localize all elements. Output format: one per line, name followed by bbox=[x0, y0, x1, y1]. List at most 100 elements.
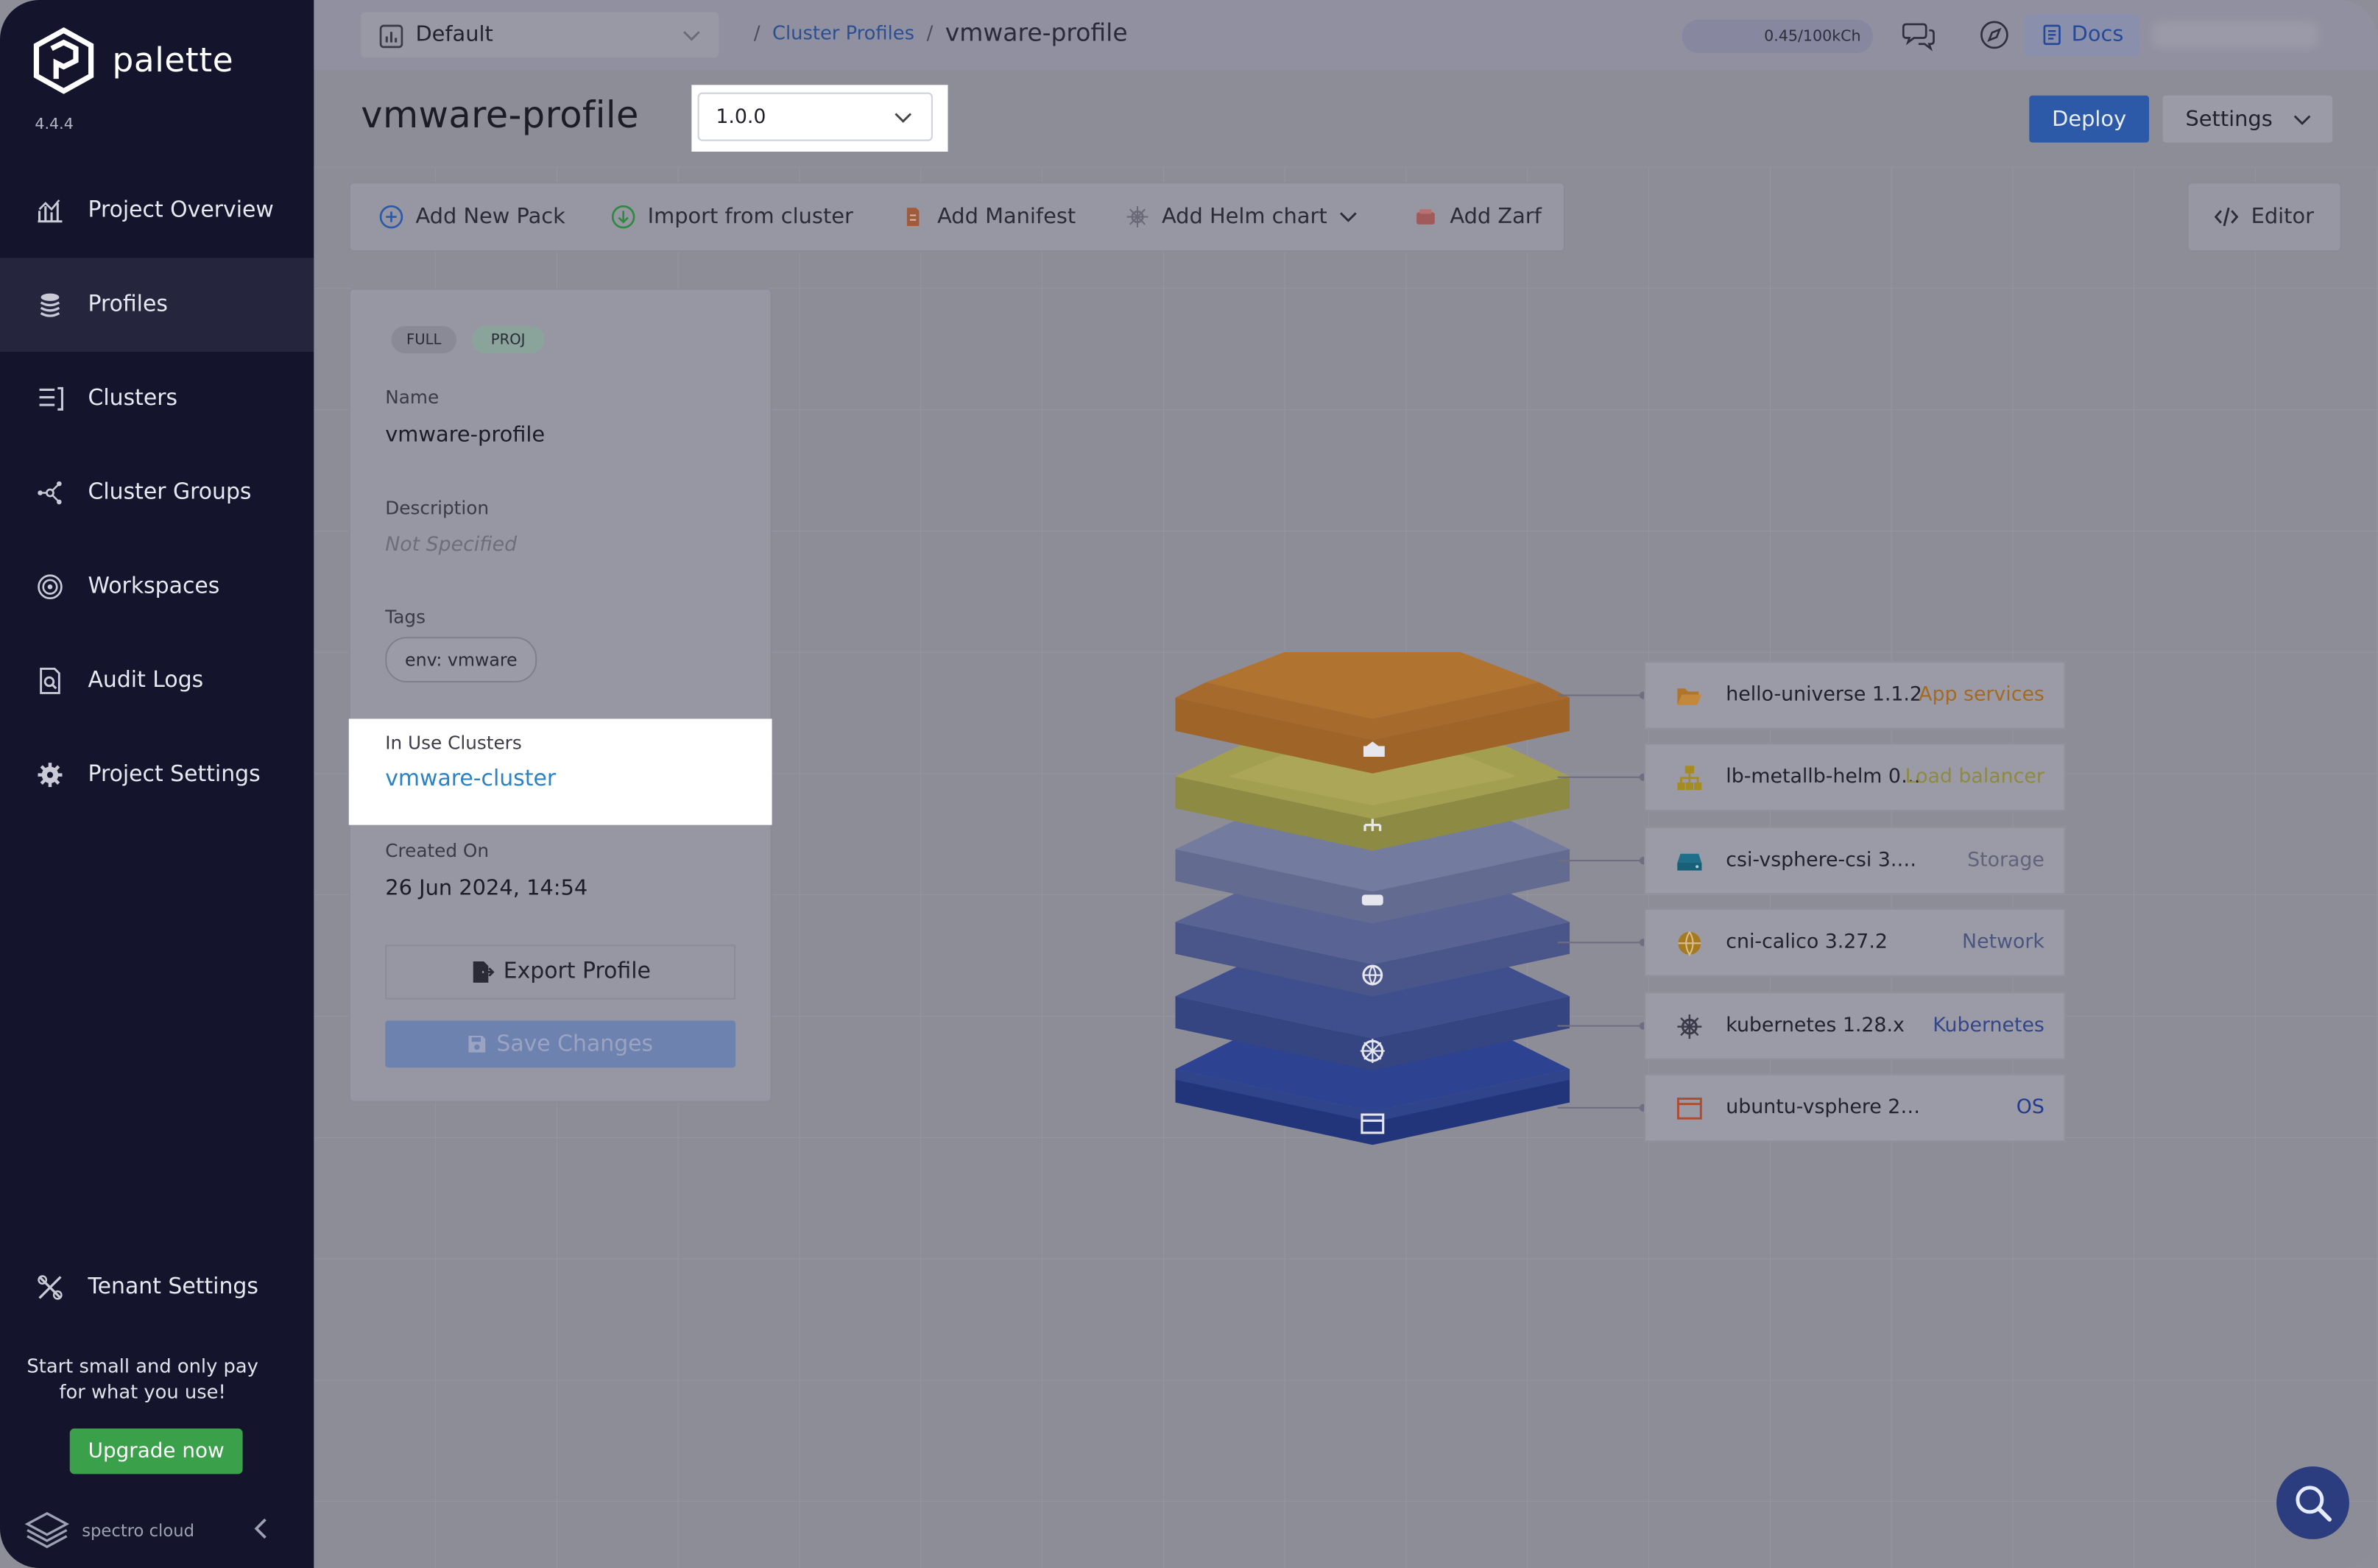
sidebar-item-label: Clusters bbox=[88, 386, 178, 412]
sidebar-item-profiles[interactable]: Profiles bbox=[0, 258, 314, 352]
add-helm-chart-button[interactable]: Add Helm chart bbox=[1126, 183, 1358, 250]
sidebar-item-workspaces[interactable]: Workspaces bbox=[0, 540, 314, 634]
add-new-pack-button[interactable]: Add New Pack bbox=[379, 183, 565, 250]
sidebar-item-label: Workspaces bbox=[88, 574, 220, 599]
editor-button[interactable]: Editor bbox=[2187, 182, 2342, 252]
zarf-icon bbox=[1416, 209, 1435, 225]
storage-icon bbox=[1361, 894, 1383, 905]
layers-icon bbox=[40, 293, 60, 317]
helm-icon bbox=[1126, 206, 1149, 228]
deploy-button[interactable]: Deploy bbox=[2029, 95, 2150, 143]
sidebar-item-tenant-settings[interactable]: Tenant Settings bbox=[0, 1240, 314, 1335]
storage-drive-icon bbox=[1677, 853, 1702, 871]
usage-credits[interactable]: 0.45/100kCh bbox=[1682, 19, 1874, 54]
breadcrumb-cluster-profiles[interactable]: Cluster Profiles bbox=[772, 21, 914, 44]
upgrade-button[interactable]: Upgrade now bbox=[69, 1428, 243, 1475]
layer-type: Load balancer bbox=[1905, 766, 2044, 789]
palette-logo-icon bbox=[33, 27, 94, 94]
in-use-clusters-highlight: In Use Clusters vmware-cluster bbox=[348, 718, 772, 825]
add-helm-chart-label: Add Helm chart bbox=[1161, 205, 1327, 230]
import-from-cluster-button[interactable]: Import from cluster bbox=[611, 183, 853, 250]
connector-line bbox=[1557, 942, 1643, 944]
sidebar: palette 4.4.4 Project Overview Profiles … bbox=[0, 0, 314, 1568]
pack-toolbar: Add New Pack Import from cluster Add Man… bbox=[348, 182, 1565, 252]
layer-card-kubernetes[interactable]: kubernetes 1.28.x Kubernetes bbox=[1644, 992, 2066, 1060]
sidebar-item-label: Project Settings bbox=[88, 763, 261, 788]
profile-scope-badge: PROJ bbox=[471, 325, 545, 353]
breadcrumb-separator: / bbox=[753, 21, 761, 44]
palette-logo[interactable]: palette bbox=[30, 27, 233, 94]
chevron-down-icon bbox=[2293, 115, 2311, 125]
user-menu[interactable] bbox=[2152, 21, 2319, 49]
manifest-icon bbox=[906, 208, 920, 226]
chevron-down-icon bbox=[1340, 212, 1357, 222]
docs-icon bbox=[2043, 24, 2061, 46]
layer-type: Kubernetes bbox=[1933, 1014, 2044, 1038]
export-profile-button[interactable]: Export Profile bbox=[385, 944, 736, 1000]
add-zarf-button[interactable]: Add Zarf bbox=[1414, 183, 1542, 250]
layer-type: OS bbox=[2016, 1096, 2044, 1120]
compass-icon[interactable] bbox=[1977, 18, 2011, 52]
layer-card-app-services[interactable]: hello-universe 1.1.2 App services bbox=[1644, 661, 2066, 730]
layer-card-storage[interactable]: csi-vsphere-csi 3.1.2 Storage bbox=[1644, 826, 2066, 895]
description-label: Description bbox=[385, 497, 490, 519]
help-search-button[interactable] bbox=[2276, 1466, 2349, 1539]
layer-card-load-balancer[interactable]: lb-metallb-helm 0.1... Load balancer bbox=[1644, 743, 2066, 812]
profile-type-badge: FULL bbox=[391, 325, 457, 353]
in-use-cluster-link[interactable]: vmware-cluster bbox=[385, 767, 556, 791]
layer-type: Storage bbox=[1967, 849, 2044, 872]
version-selector-highlight: 1.0.0 bbox=[691, 85, 948, 152]
sidebar-item-label: Audit Logs bbox=[88, 668, 204, 693]
chevron-down-icon bbox=[895, 113, 912, 123]
version-selector[interactable]: 1.0.0 bbox=[697, 92, 933, 141]
spectro-cloud-label: spectro cloud bbox=[82, 1520, 194, 1540]
plus-circle-icon bbox=[379, 205, 403, 229]
hierarchy-icon bbox=[1677, 766, 1702, 791]
sidebar-item-project-settings[interactable]: Project Settings bbox=[0, 728, 314, 822]
page-title: vmware-profile bbox=[361, 93, 639, 137]
breadcrumb: / Cluster Profiles / vmware-profile bbox=[741, 18, 1128, 47]
kubernetes-icon bbox=[1677, 1014, 1702, 1039]
export-profile-label: Export Profile bbox=[503, 959, 651, 984]
sidebar-item-project-overview[interactable]: Project Overview bbox=[0, 163, 314, 258]
list-icon bbox=[39, 386, 64, 411]
sidebar-item-audit-logs[interactable]: Audit Logs bbox=[0, 634, 314, 728]
layer-name: ubuntu-vsphere 22.04 bbox=[1726, 1096, 1924, 1120]
created-on-label: Created On bbox=[385, 840, 490, 862]
sidebar-item-label: Profiles bbox=[88, 292, 168, 317]
sidebar-item-clusters[interactable]: Clusters bbox=[0, 352, 314, 446]
in-use-clusters-label: In Use Clusters bbox=[385, 732, 522, 754]
profile-details-card: FULL PROJ Name vmware-profile Descriptio… bbox=[348, 288, 772, 1103]
layer-name: kubernetes 1.28.x bbox=[1726, 1014, 1905, 1038]
sidebar-item-cluster-groups[interactable]: Cluster Groups bbox=[0, 446, 314, 540]
audit-icon bbox=[40, 668, 60, 694]
connector-line bbox=[1557, 694, 1643, 696]
save-changes-button[interactable]: Save Changes bbox=[385, 1020, 736, 1068]
layer-card-os[interactable]: ubuntu-vsphere 22.04 OS bbox=[1644, 1073, 2066, 1143]
docs-button[interactable]: Docs bbox=[2025, 13, 2140, 57]
settings-button[interactable]: Settings bbox=[2162, 95, 2333, 143]
connector-line bbox=[1557, 1106, 1643, 1109]
name-label: Name bbox=[385, 386, 440, 409]
target-icon bbox=[38, 574, 63, 600]
add-zarf-label: Add Zarf bbox=[1450, 205, 1542, 230]
add-manifest-button[interactable]: Add Manifest bbox=[901, 183, 1076, 250]
app-root: palette 4.4.4 Project Overview Profiles … bbox=[0, 0, 2378, 1568]
profile-name: vmware-profile bbox=[385, 423, 546, 448]
spectro-cloud-logo-icon bbox=[24, 1512, 70, 1549]
import-from-cluster-label: Import from cluster bbox=[647, 205, 853, 230]
layer-stack-diagram bbox=[1175, 651, 1570, 1145]
layer-name: csi-vsphere-csi 3.1.2 bbox=[1726, 849, 1924, 872]
layer-name: cni-calico 3.27.2 bbox=[1726, 930, 1888, 954]
add-new-pack-label: Add New Pack bbox=[415, 205, 565, 230]
search-icon bbox=[2296, 1486, 2332, 1522]
app-name: palette bbox=[112, 41, 234, 80]
layer-card-network[interactable]: cni-calico 3.27.2 Network bbox=[1644, 908, 2066, 977]
chat-icon[interactable] bbox=[1902, 18, 1935, 52]
project-icon bbox=[379, 24, 403, 49]
editor-label: Editor bbox=[2251, 205, 2314, 230]
project-selector[interactable]: Default bbox=[361, 12, 719, 58]
browser-window-icon bbox=[1676, 1098, 1702, 1120]
layer-type: App services bbox=[1919, 684, 2044, 707]
collapse-sidebar-icon[interactable] bbox=[250, 1516, 275, 1541]
